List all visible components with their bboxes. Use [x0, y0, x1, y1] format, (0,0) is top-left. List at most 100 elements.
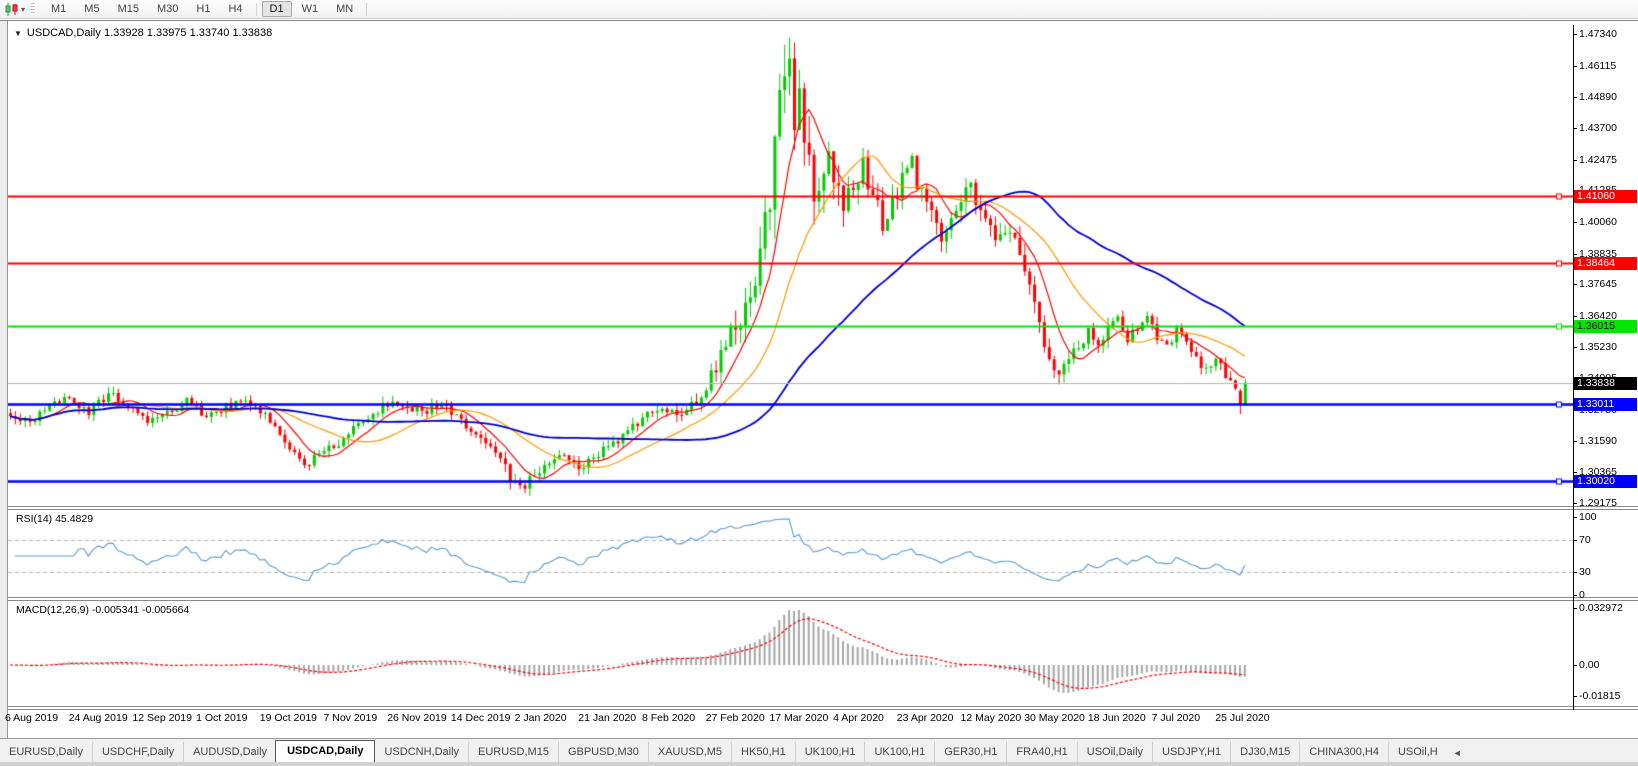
date-tick-label: 21 Jan 2020: [578, 712, 636, 724]
date-tick-label: 24 Aug 2019: [69, 712, 128, 724]
timeframe-button-h1[interactable]: H1: [188, 1, 218, 17]
toolbar-separator: [256, 3, 257, 16]
chart-tab-uk100-h1[interactable]: UK100,H1: [795, 742, 865, 763]
timeframe-button-h4[interactable]: H4: [220, 1, 250, 17]
timeframe-button-m5[interactable]: M5: [76, 1, 107, 17]
price-tick-label: 1.37645: [1579, 278, 1617, 290]
date-tick-label: 7 Nov 2019: [324, 712, 378, 724]
axis-tick-mark: [1573, 665, 1577, 666]
chart-tab-xauusd-m5[interactable]: XAUUSD,M5: [648, 742, 731, 763]
axis-tick-mark: [1573, 608, 1577, 609]
price-tick-label: 1.35230: [1579, 341, 1617, 353]
axis-tick-mark: [1573, 222, 1577, 223]
tab-scroll-left-icon[interactable]: ◄: [1447, 743, 1468, 763]
ohlc-low: 1.33740: [190, 27, 230, 39]
chart-tab-audusd-daily[interactable]: AUDUSD,Daily: [183, 742, 276, 763]
timeframe-button-m1[interactable]: M1: [43, 1, 74, 17]
axis-tick-mark: [1573, 254, 1577, 255]
collapse-chart-icon[interactable]: ▼: [14, 29, 22, 38]
chart-tab-uk100-h1[interactable]: UK100,H1: [864, 742, 934, 763]
chart-tab-ger30-h1[interactable]: GER30,H1: [934, 742, 1006, 763]
price-chart-canvas[interactable]: [8, 25, 1573, 710]
axis-tick-mark: [1573, 441, 1577, 442]
axis-tick-mark: [1573, 34, 1577, 35]
chart-tab-usoil-h[interactable]: USOil,H: [1388, 742, 1447, 763]
date-tick-label: 12 May 2020: [961, 712, 1022, 724]
macd-tick-label: -0.01815: [1579, 690, 1620, 702]
chart-window-border: [0, 20, 1638, 21]
price-tick-label: 1.44890: [1579, 91, 1617, 103]
date-tick-label: 25 Jul 2020: [1215, 712, 1269, 724]
chart-type-dropdown-caret[interactable]: ▾: [21, 5, 25, 14]
price-tick-label: 1.47340: [1579, 28, 1617, 40]
date-tick-label: 6 Aug 2019: [5, 712, 58, 724]
date-tick-label: 27 Feb 2020: [706, 712, 765, 724]
timeframe-button-group: M1M5M15M30H1H4 D1W1MN: [42, 1, 362, 17]
chart-tab-fra40-h1[interactable]: FRA40,H1: [1006, 742, 1076, 763]
axis-tick-mark: [1573, 97, 1577, 98]
current-price-label: 1.33838: [1574, 377, 1637, 390]
chart-tab-eurusd-daily[interactable]: EURUSD,Daily: [0, 742, 92, 763]
axis-tick-mark: [1573, 595, 1577, 596]
level-price-label: 1.36015: [1574, 320, 1637, 333]
axis-tick-mark: [1573, 347, 1577, 348]
chart-tab-usdjpy-h1[interactable]: USDJPY,H1: [1152, 742, 1230, 763]
rsi-macd-pane-divider[interactable]: [8, 597, 1638, 601]
chart-tab-hk50-h1[interactable]: HK50,H1: [731, 742, 795, 763]
macd-tick-label: 0.00: [1579, 659, 1599, 671]
axis-tick-mark: [1573, 472, 1577, 473]
chart-tab-bar: EURUSD,DailyUSDCHF,DailyAUDUSD,DailyUSDC…: [0, 738, 1638, 763]
axis-tick-mark: [1573, 517, 1577, 518]
axis-tick-mark: [1573, 66, 1577, 67]
chart-tab-eurusd-m15[interactable]: EURUSD,M15: [468, 742, 558, 763]
trading-app-window: ▾ M1M5M15M30H1H4D1W1MN ▼USDCAD,Daily 1.3…: [0, 0, 1638, 766]
chart-tab-dj30-m15[interactable]: DJ30,M15: [1230, 742, 1299, 763]
date-tick-label: 12 Sep 2019: [132, 712, 192, 724]
chart-tab-gbpusd-m30[interactable]: GBPUSD,M30: [558, 742, 648, 763]
date-tick-label: 19 Oct 2019: [260, 712, 317, 724]
rsi-tick-label: 0: [1579, 589, 1585, 601]
axis-tick-mark: [1573, 284, 1577, 285]
price-tick-label: 1.42475: [1579, 154, 1617, 166]
date-tick-label: 26 Nov 2019: [387, 712, 447, 724]
level-price-label: 1.41060: [1574, 190, 1637, 203]
chart-tab-usoil-daily[interactable]: USOil,Daily: [1077, 742, 1152, 763]
date-tick-label: 7 Jul 2020: [1152, 712, 1200, 724]
price-tick-label: 1.43700: [1579, 122, 1617, 134]
candlestick-chart-icon[interactable]: [3, 2, 21, 16]
ohlc-high: 1.33975: [147, 27, 187, 39]
axis-tick-mark: [1573, 696, 1577, 697]
timeframe-button-m30[interactable]: M30: [149, 1, 186, 17]
date-tick-label: 17 Mar 2020: [769, 712, 828, 724]
timeframe-button-w1[interactable]: W1: [294, 1, 327, 17]
chart-tab-usdcad-daily[interactable]: USDCAD,Daily: [275, 740, 375, 763]
rsi-tick-label: 30: [1579, 566, 1591, 578]
timeframe-button-d1[interactable]: D1: [262, 1, 292, 17]
date-tick-label: 2 Jan 2020: [515, 712, 567, 724]
axis-tick-mark: [1573, 503, 1577, 504]
chart-tab-usdchf-daily[interactable]: USDCHF,Daily: [92, 742, 183, 763]
toolbar-grip[interactable]: [31, 3, 35, 15]
chart-window-left-frame: [0, 21, 8, 738]
timeframe-button-mn[interactable]: MN: [328, 1, 361, 17]
macd-indicator-label: MACD(12,26,9) -0.005341 -0.005664: [16, 604, 189, 616]
axis-tick-mark: [1573, 540, 1577, 541]
chart-tab-china300-h4[interactable]: CHINA300,H4: [1299, 742, 1388, 763]
timeframe-button-m15[interactable]: M15: [110, 1, 147, 17]
toolbar-separator: [366, 3, 367, 16]
price-tick-label: 1.29175: [1579, 497, 1617, 509]
level-price-label: 1.30020: [1574, 475, 1637, 488]
axis-tick-mark: [1573, 128, 1577, 129]
rsi-tick-label: 70: [1579, 534, 1591, 546]
axis-tick-mark: [1573, 160, 1577, 161]
level-price-label: 1.33011: [1574, 398, 1637, 411]
rsi-tick-label: 100: [1579, 511, 1597, 523]
chart-header: ▼USDCAD,Daily 1.33928 1.33975 1.33740 1.…: [14, 27, 272, 39]
chart-tab-usdcnh-daily[interactable]: USDCNH,Daily: [375, 742, 468, 763]
date-tick-label: 4 Apr 2020: [833, 712, 884, 724]
main-rsi-pane-divider[interactable]: [8, 506, 1638, 510]
ohlc-close: 1.33838: [232, 27, 272, 39]
timeframe-toolbar: ▾ M1M5M15M30H1H4 D1W1MN: [0, 0, 1638, 19]
date-tick-label: 30 May 2020: [1024, 712, 1085, 724]
axis-tick-mark: [1573, 316, 1577, 317]
